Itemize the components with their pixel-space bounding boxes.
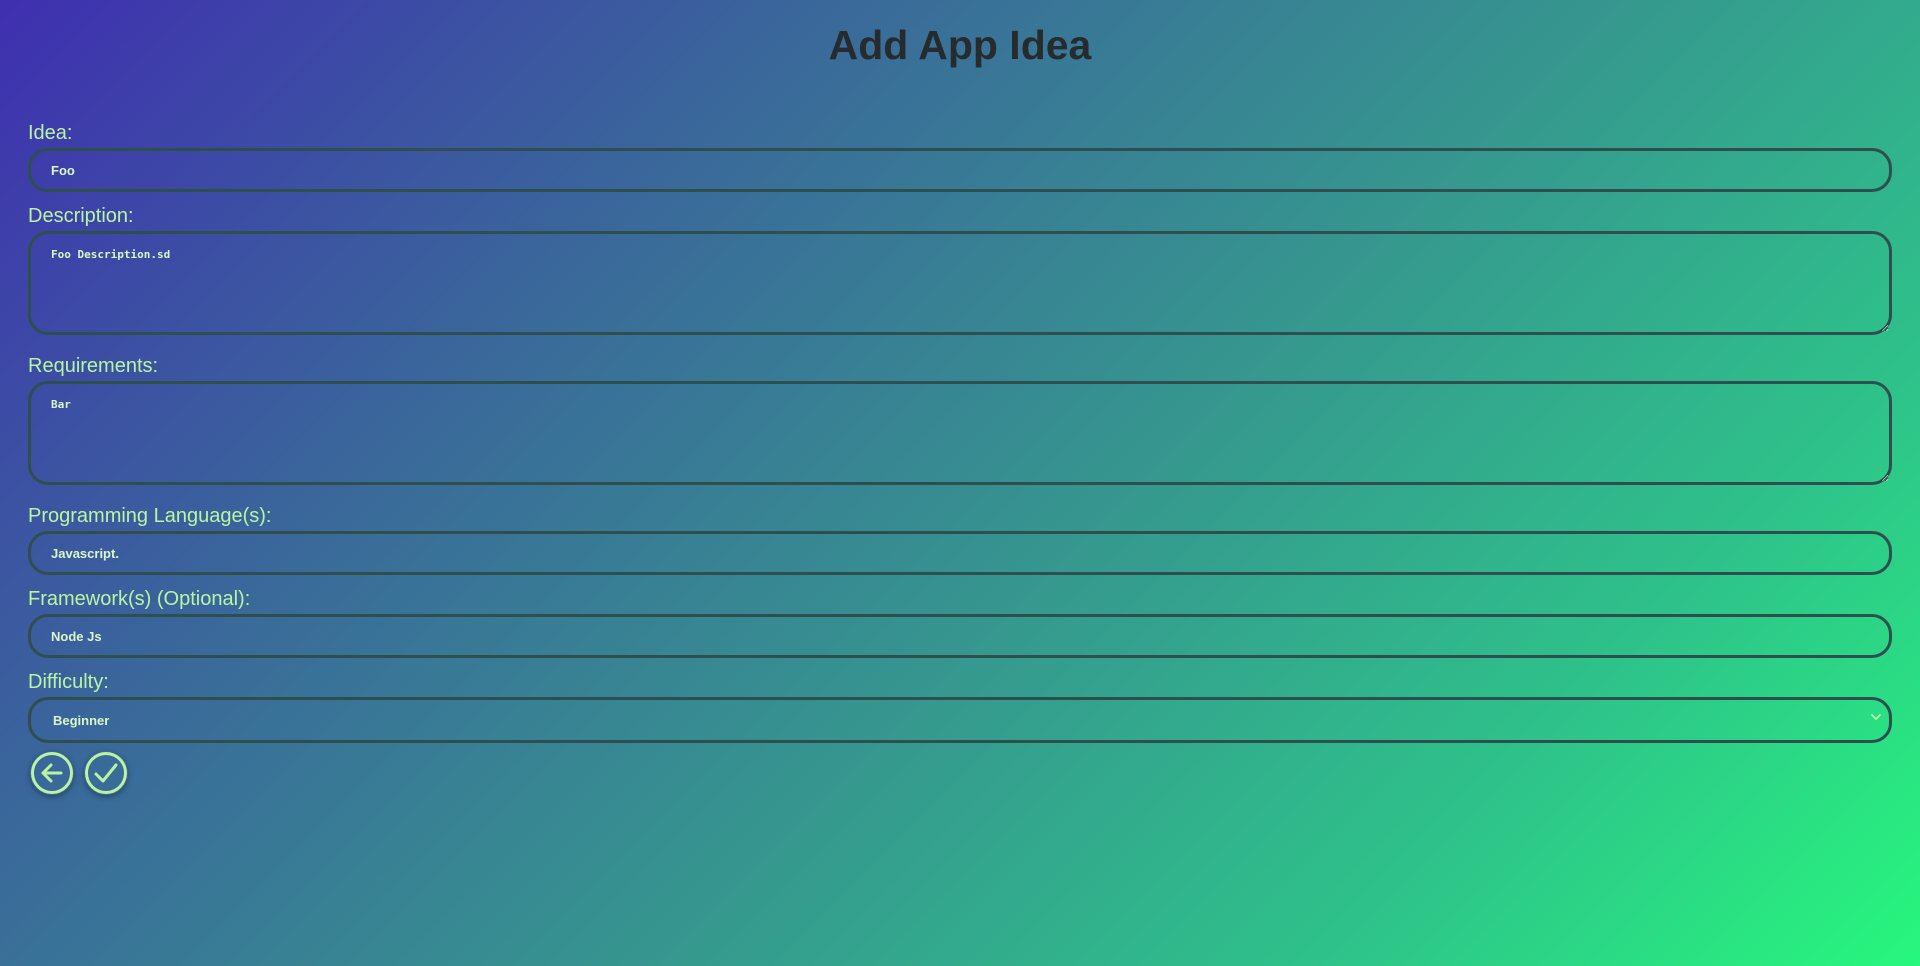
page-title: Add App Idea: [828, 22, 1092, 68]
submit-button[interactable]: [84, 751, 128, 795]
form-actions: [30, 751, 1892, 795]
arrow-left-circle-icon: [31, 752, 73, 794]
add-idea-form: Idea: Description: Foo Description.sd Re…: [28, 118, 1892, 795]
check-circle-icon: [85, 752, 127, 794]
frameworks-label: Framework(s) (Optional):: [28, 588, 251, 610]
languages-label: Programming Language(s):: [28, 505, 272, 527]
requirements-label: Requirements:: [28, 355, 159, 377]
back-button[interactable]: [30, 751, 74, 795]
description-label: Description:: [28, 205, 134, 227]
frameworks-input[interactable]: [28, 614, 1892, 658]
idea-label: Idea:: [28, 122, 73, 144]
languages-input[interactable]: [28, 531, 1892, 575]
difficulty-select-wrapper: Beginner: [28, 697, 1892, 743]
difficulty-label: Difficulty:: [28, 671, 109, 693]
difficulty-select[interactable]: Beginner: [28, 697, 1892, 743]
idea-input[interactable]: [28, 148, 1892, 192]
description-textarea[interactable]: Foo Description.sd: [28, 231, 1892, 335]
requirements-textarea[interactable]: Bar: [28, 381, 1892, 485]
